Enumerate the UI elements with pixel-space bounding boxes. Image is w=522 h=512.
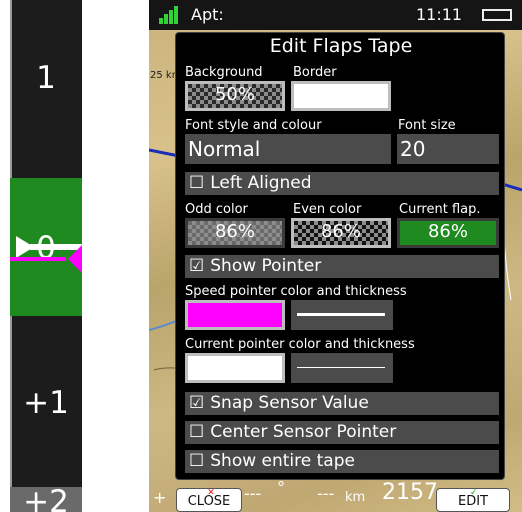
battery-icon (482, 9, 512, 21)
speed-pointer-thickness-select[interactable] (291, 300, 393, 330)
border-color-picker[interactable] (291, 81, 391, 111)
current-flap-swatch: 86% (400, 221, 496, 245)
unchecked-box-icon: ☐ (189, 451, 205, 471)
show-pointer-checkbox[interactable]: ☑ Show Pointer (185, 255, 499, 278)
odd-color-picker[interactable]: 86% (185, 218, 285, 248)
flap-tape-preview: 1 0 +1 +2 (10, 0, 82, 512)
checked-box-icon: ☑ (189, 393, 205, 413)
even-color-label: Even color (293, 202, 362, 217)
unchecked-box-icon: ☐ (189, 173, 205, 193)
altitude-value: 2157 (382, 480, 438, 505)
speed-pointer-line (10, 257, 66, 261)
current-pointer-line (30, 244, 82, 250)
even-color-picker[interactable]: 86% (291, 218, 391, 248)
signal-strength-icon (159, 6, 183, 24)
snap-sensor-value-checkbox[interactable]: ☑ Snap Sensor Value (185, 392, 499, 415)
current-pointer-color-picker[interactable] (185, 353, 285, 383)
show-pointer-label: Show Pointer (210, 256, 322, 276)
current-pointer-label: Current pointer color and thickness (185, 337, 415, 352)
clock-time: 11:11 (416, 5, 463, 24)
center-sensor-label: Center Sensor Pointer (210, 422, 397, 442)
even-color-swatch: 86% (294, 221, 388, 245)
speed-pointer-color-swatch (188, 303, 282, 327)
current-pointer-thickness-select[interactable] (291, 353, 393, 383)
left-aligned-label: Left Aligned (210, 173, 312, 193)
close-button[interactable]: ✕ CLOSE (176, 488, 242, 512)
distance-unit: km (345, 490, 366, 505)
font-size-select[interactable]: 20 (397, 134, 499, 164)
background-color-picker[interactable]: 50% (185, 81, 285, 111)
bearing-dashes: --- (244, 484, 262, 503)
font-style-label: Font style and colour (185, 118, 322, 133)
current-flap-label: Current flap. (399, 202, 481, 217)
distance-dashes: --- (317, 484, 335, 503)
background-label: Background (185, 65, 263, 80)
status-bar: Apt: 11:11 (149, 0, 522, 30)
speed-pointer-label: Speed pointer color and thickness (185, 284, 407, 299)
close-x-icon: ✕ (207, 488, 215, 498)
edit-check-icon: ✓ (470, 488, 478, 498)
border-swatch (294, 84, 388, 108)
tape-pointers (10, 236, 82, 273)
border-label: Border (293, 65, 337, 80)
background-swatch: 50% (188, 84, 282, 108)
snap-sensor-label: Snap Sensor Value (210, 393, 369, 413)
edit-flaps-tape-dialog: Edit Flaps Tape Background Border 50% Fo… (175, 32, 505, 480)
thickness-line-thick (297, 313, 385, 316)
edit-button[interactable]: ✓ EDIT (436, 488, 510, 512)
odd-color-label: Odd color (185, 202, 248, 217)
unchecked-box-icon: ☐ (189, 422, 205, 442)
show-entire-tape-checkbox[interactable]: ☐ Show entire tape (185, 450, 499, 473)
bottom-plus-sign: + (153, 488, 167, 507)
dialog-title: Edit Flaps Tape (269, 35, 413, 57)
center-sensor-pointer-checkbox[interactable]: ☐ Center Sensor Pointer (185, 421, 499, 444)
speed-pointer-color-picker[interactable] (185, 300, 285, 330)
current-pointer-color-swatch (188, 356, 282, 380)
thickness-line-thin (297, 367, 385, 368)
current-flap-color-picker[interactable]: 86% (397, 218, 499, 248)
odd-color-swatch: 86% (188, 221, 282, 245)
show-entire-tape-label: Show entire tape (210, 451, 355, 471)
left-aligned-checkbox[interactable]: ☐ Left Aligned (185, 172, 499, 195)
apt-label: Apt: (191, 5, 224, 24)
font-style-select[interactable]: Normal (185, 134, 391, 164)
bearing-degree: ° (277, 478, 285, 497)
checked-box-icon: ☑ (189, 256, 205, 276)
font-size-label: Font size (398, 118, 456, 133)
